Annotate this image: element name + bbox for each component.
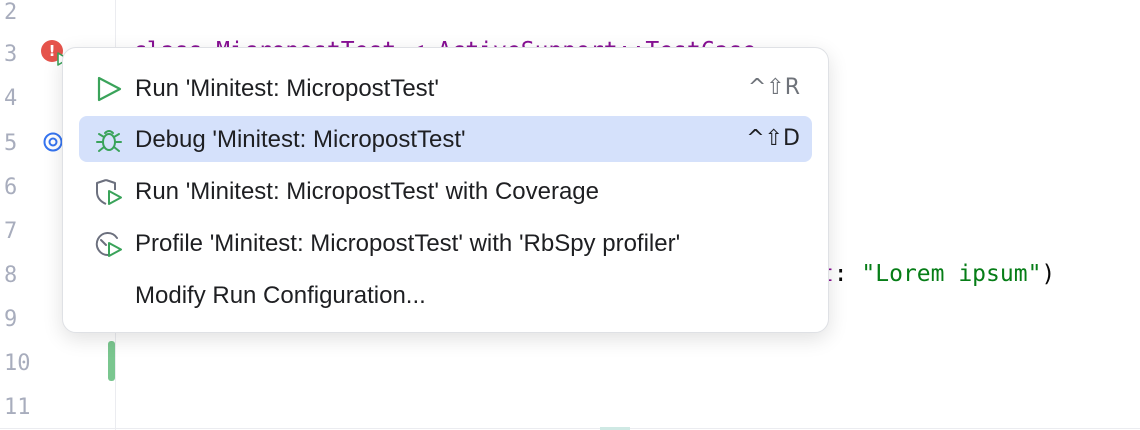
menu-item-run[interactable]: Run 'Minitest: MicropostTest' ^⇧R — [79, 65, 812, 111]
menu-item-label: Run 'Minitest: MicropostTest' — [135, 75, 439, 102]
line-number: 2 — [4, 0, 18, 25]
line-number: 11 — [4, 395, 31, 420]
menu-item-label: Profile 'Minitest: MicropostTest' with '… — [135, 230, 681, 257]
menu-item-label: Debug 'Minitest: MicropostTest' — [135, 126, 466, 153]
line-number: 5 — [4, 131, 18, 156]
code-punct: : — [833, 261, 862, 287]
menu-item-run-with-coverage[interactable]: Run 'Minitest: MicropostTest' with Cover… — [79, 168, 812, 214]
menu-item-profile[interactable]: Profile 'Minitest: MicropostTest' with '… — [79, 220, 812, 266]
line-number: 9 — [4, 307, 18, 332]
coverage-icon — [94, 178, 124, 206]
line-number: 7 — [4, 219, 18, 244]
line-number: 8 — [4, 263, 18, 288]
line-number: 6 — [4, 175, 18, 200]
code-line-8: nt: "Lorem ipsum") — [806, 261, 1055, 287]
menu-shortcut: ^⇧D — [746, 126, 800, 151]
line-number: 4 — [4, 86, 18, 111]
menu-item-modify-run-configuration[interactable]: Modify Run Configuration... — [79, 272, 812, 318]
code-string: "Lorem ipsum" — [861, 261, 1042, 287]
line-number: 10 — [4, 351, 31, 376]
implemented-method-icon[interactable] — [42, 131, 64, 158]
run-icon — [94, 75, 124, 103]
vcs-change-marker[interactable] — [108, 341, 115, 381]
menu-item-debug[interactable]: Debug 'Minitest: MicropostTest' ^⇧D — [79, 116, 812, 162]
debug-icon — [94, 126, 124, 154]
code-punct: ) — [1041, 261, 1056, 287]
run-context-menu: Run 'Minitest: MicropostTest' ^⇧R Debug … — [62, 47, 829, 333]
line-number: 3 — [4, 42, 18, 67]
menu-item-label: Run 'Minitest: MicropostTest' with Cover… — [135, 178, 600, 205]
menu-item-label: Modify Run Configuration... — [135, 282, 426, 309]
editor-bottom-border — [0, 428, 1140, 429]
menu-shortcut: ^⇧R — [747, 75, 800, 100]
profiler-icon — [94, 230, 124, 258]
